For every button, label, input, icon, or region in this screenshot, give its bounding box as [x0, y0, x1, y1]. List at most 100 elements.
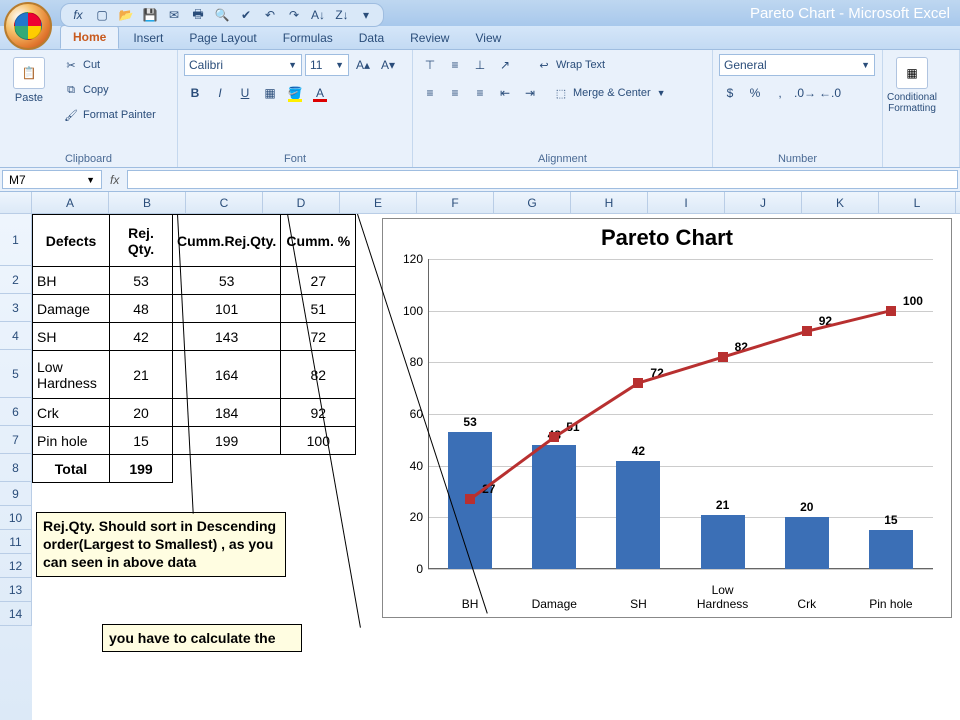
decrease-decimal-button[interactable]: ←.0 — [819, 82, 841, 104]
cell[interactable]: Low Hardness — [33, 351, 110, 399]
preview-icon[interactable]: 🔍 — [213, 6, 231, 24]
tab-formulas[interactable]: Formulas — [271, 27, 345, 49]
tab-pagelayout[interactable]: Page Layout — [177, 27, 268, 49]
copy-button[interactable]: ⧉Copy — [58, 79, 161, 101]
sort-desc-icon[interactable]: Z↓ — [333, 6, 351, 24]
cells-area[interactable]: Defects Rej. Qty. Cumm.Rej.Qty. Cumm. % … — [32, 214, 960, 720]
row-header[interactable]: 11 — [0, 530, 32, 554]
name-box[interactable]: M7▼ — [2, 170, 102, 189]
quickprint-icon[interactable]: 🖶 — [189, 6, 207, 24]
conditional-formatting-button[interactable]: ▦ Conditional Formatting — [889, 54, 935, 117]
paste-button[interactable]: 📋 Paste — [6, 54, 52, 107]
row-header[interactable]: 8 — [0, 454, 32, 482]
cell[interactable]: 164 — [173, 351, 281, 399]
embedded-chart[interactable]: Pareto Chart 02040608010012053BH48Damage… — [382, 218, 952, 618]
cell[interactable]: 21 — [110, 351, 173, 399]
column-header[interactable]: A — [32, 192, 109, 213]
align-left-button[interactable]: ≡ — [419, 82, 441, 104]
column-header[interactable]: D — [263, 192, 340, 213]
cell[interactable]: Damage — [33, 295, 110, 323]
bold-button[interactable]: B — [184, 82, 206, 104]
number-format-combo[interactable]: General▼ — [719, 54, 875, 76]
fill-color-button[interactable]: 🪣 — [284, 82, 306, 104]
cut-button[interactable]: ✂Cut — [58, 54, 161, 76]
underline-button[interactable]: U — [234, 82, 256, 104]
cell[interactable]: 53 — [110, 267, 173, 295]
column-header[interactable]: L — [879, 192, 956, 213]
cell[interactable]: BH — [33, 267, 110, 295]
cell[interactable]: 53 — [173, 267, 281, 295]
redo-icon[interactable]: ↷ — [285, 6, 303, 24]
row-header[interactable]: 7 — [0, 426, 32, 454]
cell[interactable]: 100 — [281, 427, 356, 455]
qa-dropdown-icon[interactable]: ▾ — [357, 6, 375, 24]
row-header[interactable]: 5 — [0, 350, 32, 398]
align-middle-button[interactable]: ≡ — [444, 54, 466, 76]
spell-icon[interactable]: ✔ — [237, 6, 255, 24]
row-header[interactable]: 14 — [0, 602, 32, 626]
align-center-button[interactable]: ≡ — [444, 82, 466, 104]
align-bottom-button[interactable]: ⊥ — [469, 54, 491, 76]
percent-button[interactable]: % — [744, 82, 766, 104]
cell[interactable]: 20 — [110, 399, 173, 427]
column-header[interactable]: C — [186, 192, 263, 213]
cell[interactable]: 143 — [173, 323, 281, 351]
align-top-button[interactable]: ⊤ — [419, 54, 441, 76]
tab-data[interactable]: Data — [347, 27, 396, 49]
comma-button[interactable]: , — [769, 82, 791, 104]
border-button[interactable]: ▦ — [259, 82, 281, 104]
column-header[interactable]: E — [340, 192, 417, 213]
fx-icon[interactable]: fx — [104, 168, 125, 191]
row-header[interactable]: 3 — [0, 294, 32, 322]
sort-asc-icon[interactable]: A↓ — [309, 6, 327, 24]
increase-decimal-button[interactable]: .0→ — [794, 82, 816, 104]
column-header[interactable]: I — [648, 192, 725, 213]
column-header[interactable]: G — [494, 192, 571, 213]
cell[interactable]: 101 — [173, 295, 281, 323]
open-icon[interactable]: 📂 — [117, 6, 135, 24]
office-button[interactable] — [4, 2, 52, 50]
cell[interactable]: 27 — [281, 267, 356, 295]
row-header[interactable]: 12 — [0, 554, 32, 578]
row-header[interactable]: 6 — [0, 398, 32, 426]
align-right-button[interactable]: ≡ — [469, 82, 491, 104]
row-header[interactable]: 9 — [0, 482, 32, 506]
cell[interactable]: 92 — [281, 399, 356, 427]
cell[interactable]: 48 — [110, 295, 173, 323]
wrap-text-button[interactable]: ↩Wrap Text — [531, 54, 610, 76]
increase-indent-button[interactable]: ⇥ — [519, 82, 541, 104]
formula-input[interactable] — [127, 170, 958, 189]
shrink-font-button[interactable]: A▾ — [377, 54, 399, 76]
merge-center-button[interactable]: ⬚Merge & Center▼ — [548, 82, 671, 104]
row-header[interactable]: 4 — [0, 322, 32, 350]
tab-view[interactable]: View — [463, 27, 513, 49]
format-painter-button[interactable]: 🖌Format Painter — [58, 104, 161, 126]
cell[interactable]: SH — [33, 323, 110, 351]
fx-icon[interactable]: fx — [69, 6, 87, 24]
mail-icon[interactable]: ✉ — [165, 6, 183, 24]
cell[interactable]: 15 — [110, 427, 173, 455]
font-color-button[interactable]: A — [309, 82, 331, 104]
column-header[interactable]: H — [571, 192, 648, 213]
font-size-combo[interactable]: 11▼ — [305, 54, 349, 76]
column-header[interactable]: J — [725, 192, 802, 213]
worksheet[interactable]: ABCDEFGHIJKL 1234567891011121314 Defects… — [0, 192, 960, 720]
row-header[interactable]: 1 — [0, 214, 32, 266]
column-header[interactable]: B — [109, 192, 186, 213]
row-header[interactable]: 13 — [0, 578, 32, 602]
italic-button[interactable]: I — [209, 82, 231, 104]
cell[interactable]: Pin hole — [33, 427, 110, 455]
new-icon[interactable]: ▢ — [93, 6, 111, 24]
cell[interactable]: 42 — [110, 323, 173, 351]
tab-insert[interactable]: Insert — [121, 27, 175, 49]
currency-button[interactable]: $ — [719, 82, 741, 104]
cell[interactable]: Crk — [33, 399, 110, 427]
orientation-button[interactable]: ↗ — [494, 54, 516, 76]
font-name-combo[interactable]: Calibri▼ — [184, 54, 302, 76]
cell[interactable]: 51 — [281, 295, 356, 323]
undo-icon[interactable]: ↶ — [261, 6, 279, 24]
cell[interactable]: 72 — [281, 323, 356, 351]
row-header[interactable]: 10 — [0, 506, 32, 530]
select-all-button[interactable] — [0, 192, 32, 213]
row-header[interactable]: 2 — [0, 266, 32, 294]
